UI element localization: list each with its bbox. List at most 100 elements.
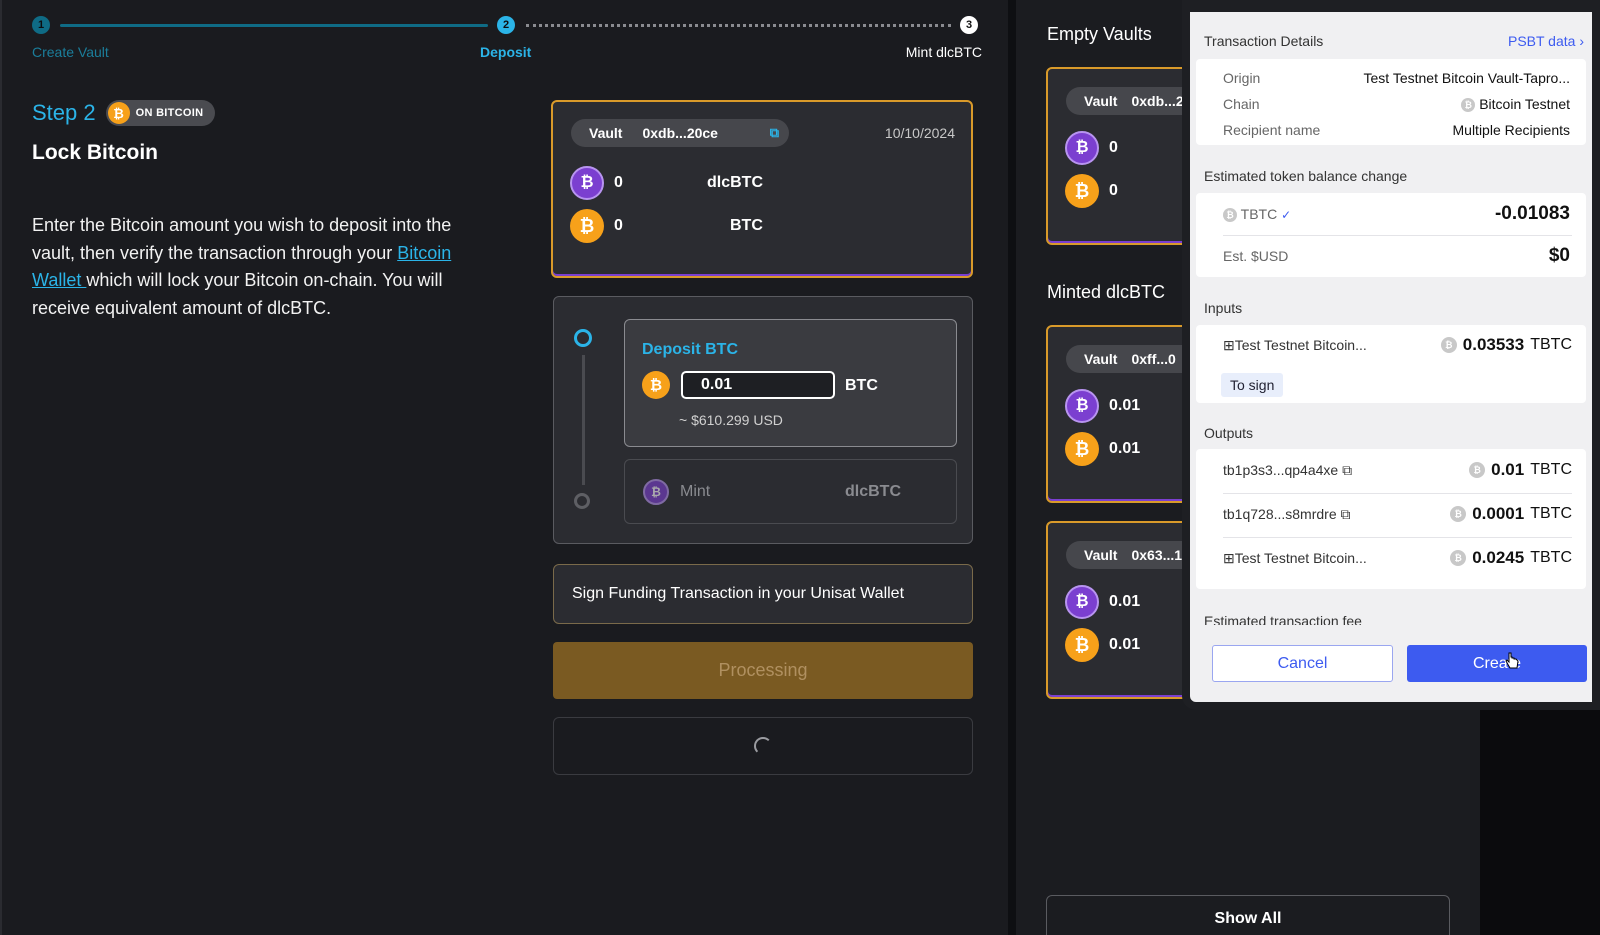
outputs-title: Outputs	[1204, 425, 1254, 441]
cancel-button[interactable]: Cancel	[1212, 645, 1393, 682]
recipient-row: Recipient name Multiple Recipients	[1223, 122, 1570, 138]
output-row: tb1p3s3...qp4a4xe ⧉ ₿ 0.01 TBTC	[1223, 460, 1572, 480]
vault-address: 0x63...1	[1131, 547, 1183, 563]
processing-button[interactable]: Processing	[553, 642, 973, 699]
recipient-key: Recipient name	[1223, 122, 1321, 138]
deposit-panel: Deposit BTC ₿ BTC ~ $610.299 USD ₿ Mint …	[553, 296, 973, 544]
dlcbtc-amount: 0	[614, 174, 623, 191]
badge-text: ON BITCOIN	[135, 107, 204, 119]
output-row: ⊞Test Testnet Bitcoin... ₿ 0.0245 TBTC	[1223, 548, 1572, 568]
panel-divider	[1008, 0, 1016, 935]
step-1-label[interactable]: Create Vault	[32, 44, 109, 60]
step-header: Step 2 ₿ ON BITCOIN	[32, 100, 216, 126]
fee-title: Estimated transaction fee	[1204, 613, 1362, 625]
vault-address: 0xdb...2	[1131, 93, 1184, 109]
usd-key: Est. $USD	[1223, 248, 1289, 264]
separator	[1223, 493, 1572, 494]
token-name: TBTC	[1240, 205, 1278, 222]
mint-label: Mint	[680, 483, 711, 500]
deposit-title: Deposit BTC	[642, 341, 738, 358]
create-button[interactable]: Create	[1407, 645, 1587, 682]
token-change-row: ₿ TBTC ✓ -0.01083	[1223, 203, 1570, 225]
vault-date: 10/10/2024	[884, 125, 955, 141]
show-all-button[interactable]: Show All	[1046, 895, 1450, 935]
psbt-data-link[interactable]: PSBT data ›	[1508, 33, 1584, 49]
bitcoin-icon: ₿	[107, 102, 130, 124]
input-unit: TBTC	[1530, 336, 1572, 353]
usd-change-row: Est. $USD $0	[1223, 245, 1570, 267]
inputs-title: Inputs	[1204, 300, 1243, 316]
vault-btc-row: ₿ 0.01	[1065, 628, 1140, 662]
step-3-dot[interactable]: 3	[960, 16, 978, 34]
btc-amount: 0.01	[1109, 636, 1141, 653]
bitcoin-icon: ₿	[1440, 337, 1457, 353]
contract-icon: ⊞	[1223, 336, 1235, 353]
bitcoin-icon: ₿	[642, 371, 670, 399]
dlcbtc-unit: dlcBTC	[707, 174, 763, 191]
output-amount: 0.0245	[1472, 548, 1525, 567]
mint-unit: dlcBTC	[845, 483, 901, 500]
dlcbtc-amount: 0.01	[1109, 593, 1141, 610]
inputs-card: ⊞Test Testnet Bitcoin... ₿ 0.03533 TBTC To…	[1196, 325, 1586, 403]
step-1-dot[interactable]: 1	[32, 16, 50, 34]
vault-label: Vault	[1084, 93, 1118, 109]
step-3-label[interactable]: Mint dlcBTC	[906, 44, 982, 60]
progress-stepper: 1 2 3 Create Vault Deposit Mint dlcBTC	[32, 14, 982, 64]
dlcbtc-icon: ₿	[643, 479, 669, 505]
unisat-transaction-popup: Transaction Details PSBT data › Origin Te…	[1182, 0, 1600, 710]
step-2-label[interactable]: Deposit	[480, 44, 531, 60]
vault-dlcbtc-row: ₿ 0.01	[1065, 585, 1140, 619]
chain-key: Chain	[1223, 96, 1260, 112]
dlcbtc-amount: 0	[1109, 139, 1118, 156]
copy-icon[interactable]: ⧉	[770, 125, 779, 141]
copy-icon[interactable]: ⧉	[1341, 506, 1351, 522]
btc-amount: 0	[614, 217, 623, 234]
vault-dlcbtc-row: ₿ 0	[1065, 131, 1118, 165]
btc-unit: BTC	[730, 217, 763, 234]
contract-icon: ⊞	[1223, 549, 1235, 566]
bitcoin-icon: ₿	[570, 209, 604, 243]
step-2-dot[interactable]: 2	[497, 16, 515, 34]
input-name: Test Testnet Bitcoin...	[1234, 336, 1367, 353]
separator	[1223, 537, 1572, 538]
input-row: ⊞Test Testnet Bitcoin... ₿ 0.03533 TBTC	[1223, 335, 1572, 355]
dlcbtc-amount: 0.01	[1109, 397, 1141, 414]
stepper-line-pending	[526, 24, 951, 27]
vault-label: Vault	[1084, 351, 1118, 367]
deposit-btc-box: Deposit BTC ₿ BTC ~ $610.299 USD	[624, 319, 957, 447]
vault-label: Vault	[589, 125, 623, 141]
chevron-right-icon: ›	[1579, 33, 1584, 49]
vault-btc-row: ₿ 0	[1065, 174, 1118, 208]
dlcbtc-icon: ₿	[1065, 131, 1099, 165]
sign-funding-status: Sign Funding Transaction in your Unisat …	[553, 564, 973, 624]
verified-icon: ✓	[1281, 207, 1292, 222]
stepper-line-complete	[60, 24, 488, 27]
recipient-value: Multiple Recipients	[1452, 122, 1571, 138]
origin-row: Origin Test Testnet Bitcoin Vault-Tapro..…	[1223, 70, 1570, 86]
bitcoin-icon: ₿	[1065, 174, 1099, 208]
progress-dot-pending	[574, 493, 590, 509]
vault-address: 0xff...0	[1131, 351, 1176, 367]
step-number: Step 2	[32, 100, 96, 125]
vault-btc-row: ₿ 0.01	[1065, 432, 1140, 466]
output-unit: TBTC	[1530, 461, 1572, 478]
copy-icon[interactable]: ⧉	[1342, 462, 1352, 478]
btc-amount: 0	[1109, 182, 1118, 199]
progress-dot-active	[574, 329, 592, 347]
deposit-amount-input[interactable]	[681, 371, 835, 399]
bitcoin-icon: ₿	[1469, 462, 1486, 478]
transaction-info-card: Origin Test Testnet Bitcoin Vault-Tapro..…	[1196, 59, 1586, 145]
chain-row: Chain ₿ Bitcoin Testnet	[1223, 96, 1570, 113]
output-row: tb1q728...s8mrdre ⧉ ₿ 0.0001 TBTC	[1223, 504, 1572, 524]
psbt-link-text: PSBT data	[1507, 33, 1576, 49]
vault-card[interactable]: Vault 0xdb...20ce ⧉ 10/10/2024 ₿ 0 dlcBT…	[551, 100, 973, 278]
deposit-unit: BTC	[845, 377, 878, 394]
bitcoin-icon: ₿	[1223, 208, 1237, 223]
transaction-details-title: Transaction Details	[1204, 33, 1324, 49]
bitcoin-icon: ₿	[1065, 628, 1099, 662]
loading-spinner-icon	[754, 737, 772, 755]
input-amount: 0.03533	[1462, 335, 1525, 354]
output-amount: 0.01	[1491, 460, 1525, 479]
description-text-end: which will lock your Bitcoin on-chain. Y…	[32, 270, 443, 318]
mint-dlcbtc-box: ₿ Mint dlcBTC	[624, 459, 957, 524]
